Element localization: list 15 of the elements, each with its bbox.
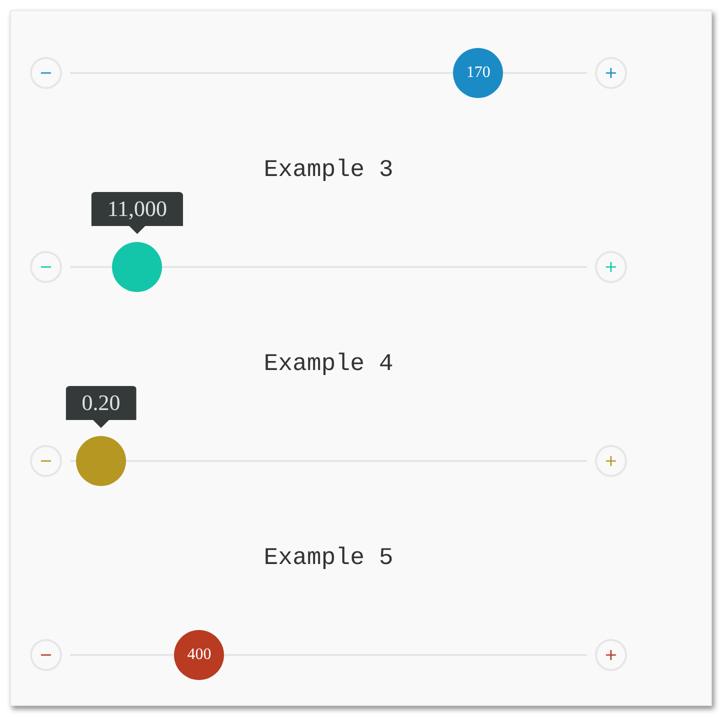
minus-button[interactable]: − — [30, 251, 62, 283]
minus-button[interactable]: − — [30, 57, 62, 89]
minus-button[interactable]: − — [30, 445, 62, 477]
value-tooltip: 0.20 — [66, 386, 136, 428]
plus-button[interactable]: + — [595, 251, 627, 283]
example-heading: Example 5 — [264, 544, 394, 574]
minus-button[interactable]: − — [30, 639, 62, 671]
value-tooltip: 11,000 — [91, 192, 184, 234]
plus-button[interactable]: + — [595, 639, 627, 671]
slider-knob[interactable]: 400 — [174, 630, 224, 680]
plus-button[interactable]: + — [595, 445, 627, 477]
example-heading: Example 4 — [264, 350, 394, 380]
example-heading: Example 3 — [264, 156, 394, 186]
plus-button[interactable]: + — [595, 57, 627, 89]
slider-knob[interactable]: 170 — [453, 48, 504, 98]
